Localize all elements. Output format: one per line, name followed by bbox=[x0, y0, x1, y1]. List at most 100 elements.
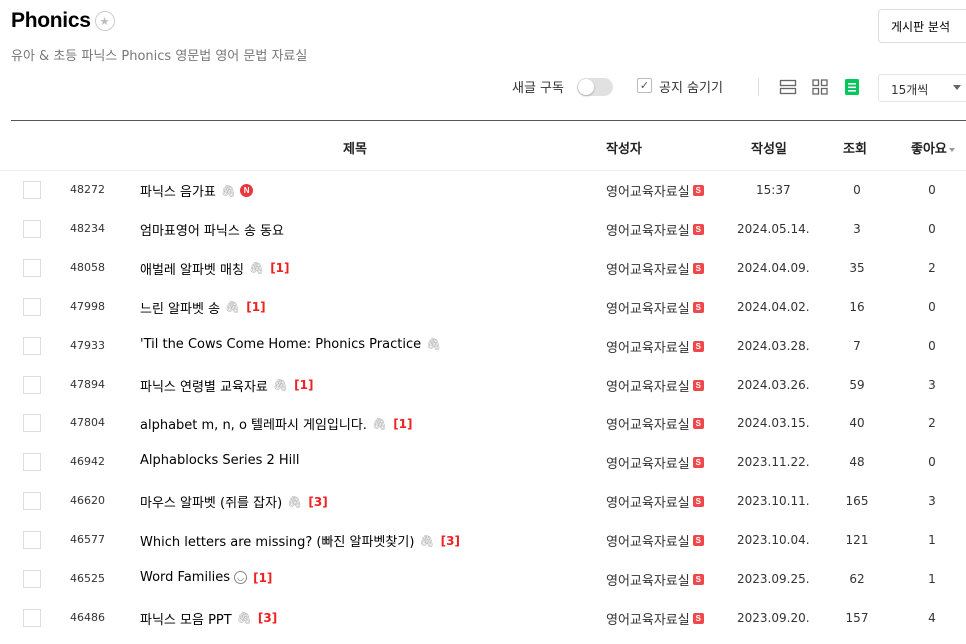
writer-nickname[interactable]: 영어교육자료실 bbox=[606, 492, 690, 511]
article-subject[interactable]: 파닉스 연령별 교육자료 🖇 [1] bbox=[140, 376, 313, 395]
article-views: 59 bbox=[849, 377, 865, 392]
row-checkbox[interactable] bbox=[23, 453, 41, 472]
attachment-icon: 🖇 bbox=[220, 183, 237, 198]
column-likes[interactable]: 좋아요 bbox=[911, 138, 955, 157]
grid-view-icon[interactable] bbox=[810, 77, 830, 97]
article-writer[interactable]: 영어교육자료실 S bbox=[606, 298, 704, 317]
article-title-link[interactable]: 엄마표영어 파닉스 송 동요 bbox=[140, 220, 284, 239]
writer-nickname[interactable]: 영어교육자료실 bbox=[606, 609, 690, 628]
article-writer[interactable]: 영어교육자료실 S bbox=[606, 220, 704, 239]
row-checkbox[interactable] bbox=[23, 531, 41, 550]
article-title-link[interactable]: alphabet m, n, o 텔레파시 게임입니다. bbox=[140, 414, 367, 433]
row-checkbox[interactable] bbox=[23, 258, 41, 277]
writer-nickname[interactable]: 영어교육자료실 bbox=[606, 570, 690, 589]
article-subject[interactable]: 엄마표영어 파닉스 송 동요 bbox=[140, 220, 284, 239]
row-checkbox[interactable] bbox=[23, 570, 41, 588]
column-likes-label: 좋아요 bbox=[911, 142, 947, 157]
per-page-select[interactable]: 15개씩 bbox=[878, 74, 966, 102]
article-writer[interactable]: 영어교육자료실 S bbox=[606, 531, 704, 550]
article-likes: 3 bbox=[928, 494, 936, 509]
star-icon[interactable]: ★ bbox=[94, 11, 115, 31]
comment-count[interactable]: [1] bbox=[270, 261, 289, 275]
article-title-link[interactable]: 마우스 알파벳 (쥐를 잡자) bbox=[140, 492, 282, 511]
row-checkbox[interactable] bbox=[23, 219, 41, 238]
row-checkbox[interactable] bbox=[23, 414, 41, 433]
article-number: 46942 bbox=[70, 455, 105, 469]
hide-notice-checkbox[interactable]: ✓ bbox=[637, 78, 652, 93]
row-checkbox[interactable] bbox=[23, 297, 41, 316]
article-subject[interactable]: 느린 알파벳 송 🖇 [1] bbox=[140, 298, 266, 317]
article-subject[interactable]: Alphablocks Series 2 Hill bbox=[140, 453, 300, 468]
board-analysis-button[interactable]: 게시판 분석 bbox=[878, 9, 966, 43]
writer-nickname[interactable]: 영어교육자료실 bbox=[606, 220, 690, 239]
writer-nickname[interactable]: 영어교육자료실 bbox=[606, 531, 690, 550]
staff-badge-icon: S bbox=[692, 379, 704, 391]
article-title-link[interactable]: 느린 알파벳 송 bbox=[140, 298, 220, 317]
article-likes: 1 bbox=[928, 533, 936, 548]
writer-nickname[interactable]: 영어교육자료실 bbox=[606, 414, 690, 433]
subscribe-toggle[interactable] bbox=[577, 78, 613, 96]
article-writer[interactable]: 영어교육자료실 S bbox=[606, 376, 704, 395]
writer-nickname[interactable]: 영어교육자료실 bbox=[606, 376, 690, 395]
article-number: 48272 bbox=[70, 183, 105, 196]
article-likes: 3 bbox=[928, 377, 936, 392]
article-writer[interactable]: 영어교육자료실 S bbox=[606, 492, 704, 511]
comment-count[interactable]: [1] bbox=[294, 378, 313, 392]
article-title-link[interactable]: 파닉스 음가표 bbox=[140, 181, 216, 200]
writer-nickname[interactable]: 영어교육자료실 bbox=[606, 453, 690, 472]
comment-count[interactable]: [1] bbox=[393, 417, 412, 431]
table-row: 47804 alphabet m, n, o 텔레파시 게임입니다. 🖇 [1] 영어교… bbox=[0, 405, 966, 441]
table-row: 47894 파닉스 연령별 교육자료 🖇 [1] 영어교육자료실 S 2024.03.26.… bbox=[0, 367, 966, 403]
article-subject[interactable]: 파닉스 모음 PPT 🖇 [3] bbox=[140, 609, 277, 628]
article-writer[interactable]: 영어교육자료실 S bbox=[606, 570, 704, 589]
article-title-link[interactable]: 애벌레 알파벳 매칭 bbox=[140, 259, 244, 278]
article-subject[interactable]: 파닉스 음가표 🖇 N bbox=[140, 181, 254, 200]
article-writer[interactable]: 영어교육자료실 S bbox=[606, 414, 704, 433]
writer-nickname[interactable]: 영어교육자료실 bbox=[606, 337, 690, 356]
article-subject[interactable]: 'Til the Cows Come Home: Phonics Practic… bbox=[140, 337, 441, 352]
attachment-icon: 🖇 bbox=[236, 611, 252, 626]
row-checkbox[interactable] bbox=[23, 336, 41, 355]
table-row: 46525 Word Families ◡ [1] 영어교육자료실 S 2023.09.25… bbox=[0, 561, 966, 597]
staff-badge-icon: S bbox=[692, 535, 704, 547]
article-title-link[interactable]: Alphablocks Series 2 Hill bbox=[140, 453, 300, 468]
article-writer[interactable]: 영어교육자료실 S bbox=[606, 259, 704, 278]
article-date: 2024.04.09. bbox=[737, 260, 810, 275]
article-writer[interactable]: 영어교육자료실 S bbox=[606, 609, 704, 628]
article-subject[interactable]: 마우스 알파벳 (쥐를 잡자) 🖇 [3] bbox=[140, 492, 328, 512]
article-title-link[interactable]: Word Families bbox=[140, 570, 230, 585]
article-number: 48234 bbox=[70, 221, 105, 235]
list-view-icon[interactable] bbox=[778, 77, 798, 97]
article-subject[interactable]: alphabet m, n, o 텔레파시 게임입니다. 🖇 [1] bbox=[140, 414, 413, 434]
writer-nickname[interactable]: 영어교육자료실 bbox=[606, 259, 690, 278]
article-title-link[interactable]: 파닉스 연령별 교육자료 bbox=[140, 376, 268, 395]
row-checkbox[interactable] bbox=[23, 181, 41, 199]
article-views: 157 bbox=[845, 610, 869, 625]
article-title-link[interactable]: Which letters are missing? (빠진 알파벳찾기) bbox=[140, 531, 414, 550]
board-title: Phonics bbox=[11, 9, 91, 32]
row-checkbox[interactable] bbox=[23, 375, 41, 394]
article-subject[interactable]: Word Families ◡ [1] bbox=[140, 570, 272, 585]
article-subject[interactable]: Which letters are missing? (빠진 알파벳찾기) 🖇 [3… bbox=[140, 531, 460, 551]
article-writer[interactable]: 영어교육자료실 S bbox=[606, 181, 704, 200]
table-row: 46620 마우스 알파벳 (쥐를 잡자) 🖇 [3] 영어교육자료실 S 2023.10.… bbox=[0, 483, 966, 519]
writer-nickname[interactable]: 영어교육자료실 bbox=[606, 298, 690, 317]
comment-count[interactable]: [1] bbox=[246, 300, 265, 314]
row-checkbox[interactable] bbox=[23, 492, 41, 511]
comment-count[interactable]: [3] bbox=[308, 495, 327, 509]
article-views: 3 bbox=[853, 221, 861, 236]
article-writer[interactable]: 영어교육자료실 S bbox=[606, 453, 704, 472]
staff-badge-icon: S bbox=[692, 496, 704, 508]
comment-count[interactable]: [3] bbox=[258, 611, 277, 625]
article-writer[interactable]: 영어교육자료실 S bbox=[606, 337, 704, 356]
row-checkbox[interactable] bbox=[23, 608, 41, 627]
article-title-link[interactable]: 파닉스 모음 PPT bbox=[140, 609, 232, 628]
article-subject[interactable]: 애벌레 알파벳 매칭 🖇 [1] bbox=[140, 259, 290, 278]
article-views: 0 bbox=[853, 183, 861, 197]
article-likes: 2 bbox=[928, 416, 936, 431]
card-view-icon[interactable] bbox=[842, 77, 862, 97]
comment-count[interactable]: [3] bbox=[441, 534, 460, 548]
writer-nickname[interactable]: 영어교육자료실 bbox=[606, 181, 690, 200]
comment-count[interactable]: [1] bbox=[253, 571, 272, 585]
article-title-link[interactable]: 'Til the Cows Come Home: Phonics Practic… bbox=[140, 337, 421, 352]
